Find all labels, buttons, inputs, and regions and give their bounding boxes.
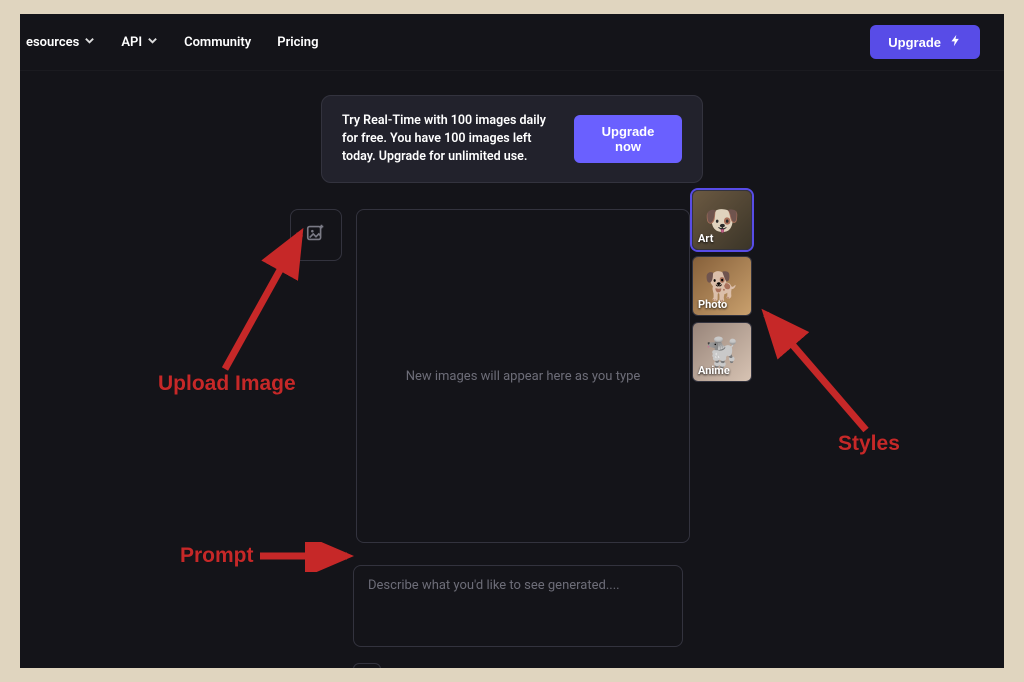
nav-pricing[interactable]: Pricing: [277, 35, 318, 50]
nav-label: API: [121, 35, 142, 50]
promo-text: Try Real-Time with 100 images daily for …: [342, 112, 552, 166]
main-row: New images will appear here as you type: [290, 209, 690, 543]
style-label: Anime: [698, 364, 730, 377]
nav-label: Pricing: [277, 35, 318, 50]
style-label: Photo: [698, 298, 727, 311]
nav-resources[interactable]: esources: [26, 35, 95, 50]
refresh-seed-button[interactable]: [353, 663, 381, 668]
annotation-styles: Styles: [838, 432, 900, 456]
nav-right: Upgrade: [870, 25, 980, 59]
image-plus-icon: [305, 222, 327, 248]
annotation-prompt: Prompt: [180, 544, 254, 568]
chevron-down-icon: [84, 35, 95, 50]
seed-row: Seed: 29076005: [353, 663, 1004, 668]
top-nav: esources API Community Pricing Upgrade: [20, 14, 1004, 71]
upgrade-button[interactable]: Upgrade: [870, 25, 980, 59]
arrow-icon: [748, 302, 898, 442]
nav-label: esources: [26, 35, 79, 50]
chevron-down-icon: [147, 35, 158, 50]
nav-api[interactable]: API: [121, 35, 158, 50]
promo-banner: Try Real-Time with 100 images daily for …: [321, 95, 703, 183]
image-canvas: New images will appear here as you type: [356, 209, 690, 543]
arrow-icon: [255, 542, 365, 572]
canvas-placeholder: New images will appear here as you type: [406, 369, 641, 384]
style-tile-art[interactable]: 🐶 Art: [692, 190, 752, 250]
prompt-section: [353, 565, 683, 651]
styles-panel: 🐶 Art 🐕 Photo 🐩 Anime: [692, 190, 752, 382]
nav-community[interactable]: Community: [184, 35, 251, 50]
style-tile-anime[interactable]: 🐩 Anime: [692, 322, 752, 382]
annotation-upload: Upload Image: [158, 372, 296, 396]
button-label: Upgrade now: [592, 124, 664, 154]
nav-left: esources API Community Pricing: [26, 35, 318, 50]
app-window: esources API Community Pricing Upgrade: [20, 14, 1004, 668]
upload-image-button[interactable]: [290, 209, 342, 261]
upgrade-now-button[interactable]: Upgrade now: [574, 115, 682, 163]
style-tile-photo[interactable]: 🐕 Photo: [692, 256, 752, 316]
prompt-input[interactable]: [353, 565, 683, 647]
button-label: Upgrade: [888, 35, 941, 50]
nav-label: Community: [184, 35, 251, 50]
style-label: Art: [698, 232, 713, 245]
lightning-icon: [949, 34, 962, 50]
